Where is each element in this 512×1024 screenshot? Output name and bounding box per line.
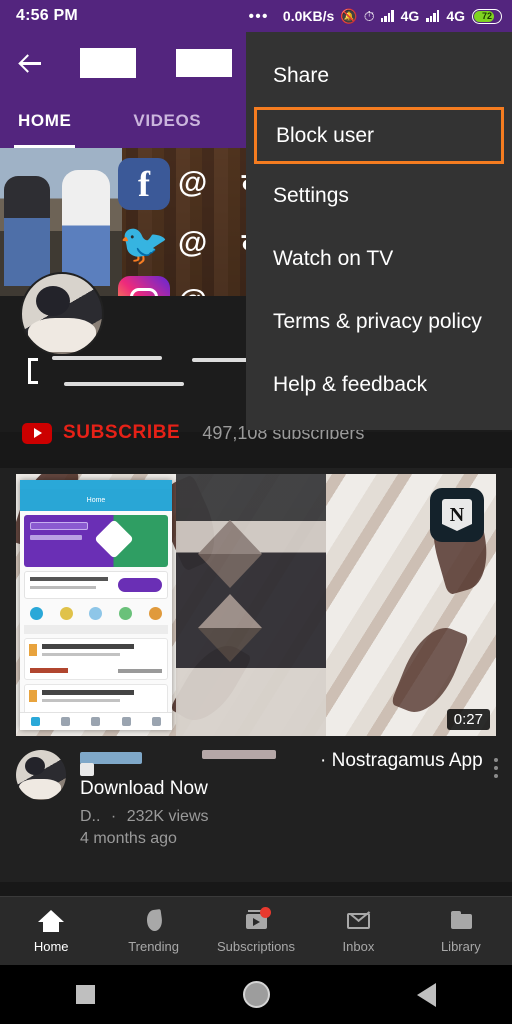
menu-item-settings[interactable]: Settings — [246, 164, 512, 227]
video-title-suffix: · Nostragamus App — [320, 750, 483, 771]
menu-item-help-feedback[interactable]: Help & feedback — [246, 353, 512, 416]
instagram-icon — [118, 276, 170, 296]
signal-bars-sim1-icon — [380, 10, 394, 22]
status-bar: 4:56 PM ••• 0.0KB/s 🔕 ⏱ 4G 4G 72 — [0, 0, 512, 32]
bottom-nav-library[interactable]: Library — [410, 897, 512, 965]
bell-muted-icon: 🔕 — [340, 8, 358, 24]
status-bar-overflow-dots-icon: ••• — [248, 7, 269, 25]
menu-item-terms-privacy-label: Terms & privacy policy — [273, 309, 482, 333]
signal-bars-sim2-icon — [426, 10, 440, 22]
back-arrow-icon[interactable] — [14, 46, 48, 80]
youtube-channel-screen: 4:56 PM ••• 0.0KB/s 🔕 ⏱ 4G 4G 72 HOME VI… — [0, 0, 512, 1024]
tab-home[interactable]: HOME — [13, 94, 76, 148]
bottom-nav-trending[interactable]: Trending — [102, 897, 204, 965]
bottom-section-divider — [0, 882, 512, 896]
menu-item-watch-on-tv[interactable]: Watch on TV — [246, 227, 512, 290]
menu-item-terms-privacy[interactable]: Terms & privacy policy — [246, 290, 512, 353]
android-home-button[interactable] — [171, 981, 342, 1008]
app-badge-letter: N — [449, 504, 465, 526]
video-view-count: 232K views — [126, 808, 209, 825]
video-upload-age: 4 months ago — [80, 830, 177, 847]
video-overflow-menu-icon[interactable] — [494, 758, 498, 778]
folder-icon — [448, 909, 474, 933]
status-bar-icons: ••• 0.0KB/s 🔕 ⏱ 4G 4G 72 — [249, 8, 512, 25]
envelope-icon — [345, 909, 371, 933]
thumbnail-person — [176, 474, 326, 736]
network-speed-label: 0.0KB/s — [282, 8, 335, 24]
bottom-nav-home-label: Home — [33, 938, 69, 954]
menu-item-block-user-label: Block user — [276, 123, 375, 147]
meta-separator: · — [110, 808, 117, 825]
fire-icon — [141, 908, 167, 933]
sim2-network-label: 4G — [446, 8, 465, 24]
menu-item-share-label: Share — [273, 63, 330, 87]
menu-item-share[interactable]: Share — [246, 44, 512, 107]
battery-icon: 72 — [472, 8, 502, 24]
subscriptions-icon — [243, 906, 272, 933]
bottom-nav-library-label: Library — [440, 938, 481, 954]
nostragamus-app-badge-icon: N — [430, 488, 484, 542]
at-symbol-twitter: @ — [178, 226, 208, 259]
home-circle-icon — [242, 981, 270, 1008]
bottom-nav-subscriptions-label: Subscriptions — [216, 938, 296, 954]
bottom-nav-subscriptions[interactable]: Subscriptions — [205, 897, 307, 965]
tab-videos-label: VIDEOS — [133, 111, 202, 130]
menu-item-help-feedback-label: Help & feedback — [273, 372, 428, 396]
video-title-line-2: Download Now — [80, 778, 208, 799]
cast-icon[interactable] — [80, 48, 136, 78]
app-home-label: Home — [86, 496, 106, 504]
back-triangle-icon — [417, 982, 437, 1007]
sim1-network-label: 4G — [400, 8, 420, 24]
status-bar-clock: 4:56 PM — [16, 7, 78, 24]
menu-item-watch-on-tv-label: Watch on TV — [273, 246, 394, 270]
video-list-item[interactable]: Home N 0:27 · Nostragamus App Download N… — [0, 468, 512, 848]
bottom-nav-trending-label: Trending — [128, 938, 180, 954]
menu-item-block-user[interactable]: Block user — [254, 107, 504, 164]
thumbnail-app-screenshot: Home — [20, 480, 172, 730]
video-meta: · Nostragamus App Download Now D.. · 232… — [0, 736, 512, 848]
bottom-nav-inbox[interactable]: Inbox — [307, 897, 409, 965]
video-subtitle-row: D.. · 232K views — [80, 808, 496, 826]
bottom-navigation-bar: Home Trending Subscriptions Inbox Librar… — [0, 896, 512, 965]
subscribe-button[interactable]: SUBSCRIBE — [63, 422, 180, 444]
android-recents-button[interactable] — [0, 985, 171, 1004]
video-title-line-1: · Nostragamus App — [80, 750, 496, 776]
video-channel-avatar[interactable] — [16, 750, 66, 800]
channel-avatar — [20, 272, 104, 356]
at-symbol-instagram: @ — [178, 284, 207, 296]
android-back-button[interactable] — [341, 982, 512, 1007]
menu-item-settings-label: Settings — [273, 183, 349, 207]
at-symbol-facebook: @ — [178, 166, 208, 199]
overflow-menu-popup: Share Block user Settings Watch on TV Te… — [246, 32, 512, 430]
video-duration-badge: 0:27 — [446, 709, 490, 730]
twitter-icon: 🐦 — [119, 222, 169, 267]
home-icon — [38, 909, 65, 933]
tab-videos[interactable]: VIDEOS — [133, 94, 201, 148]
alarm-clock-icon: ⏱ — [363, 8, 375, 24]
battery-percent-label: 72 — [481, 11, 492, 21]
tab-home-label: HOME — [18, 111, 72, 130]
bottom-nav-home[interactable]: Home — [0, 897, 102, 965]
video-channel-name: D.. — [80, 808, 101, 825]
subscriptions-badge-dot — [260, 906, 272, 918]
recents-square-icon — [75, 985, 95, 1004]
search-icon[interactable] — [176, 49, 232, 77]
android-navigation-bar — [0, 965, 512, 1024]
video-text-block: · Nostragamus App Download Now D.. · 232… — [80, 750, 496, 848]
youtube-play-icon — [22, 422, 52, 444]
video-thumbnail[interactable]: Home N 0:27 — [16, 474, 496, 736]
bottom-nav-inbox-label: Inbox — [342, 938, 375, 954]
facebook-icon: f — [118, 158, 170, 210]
